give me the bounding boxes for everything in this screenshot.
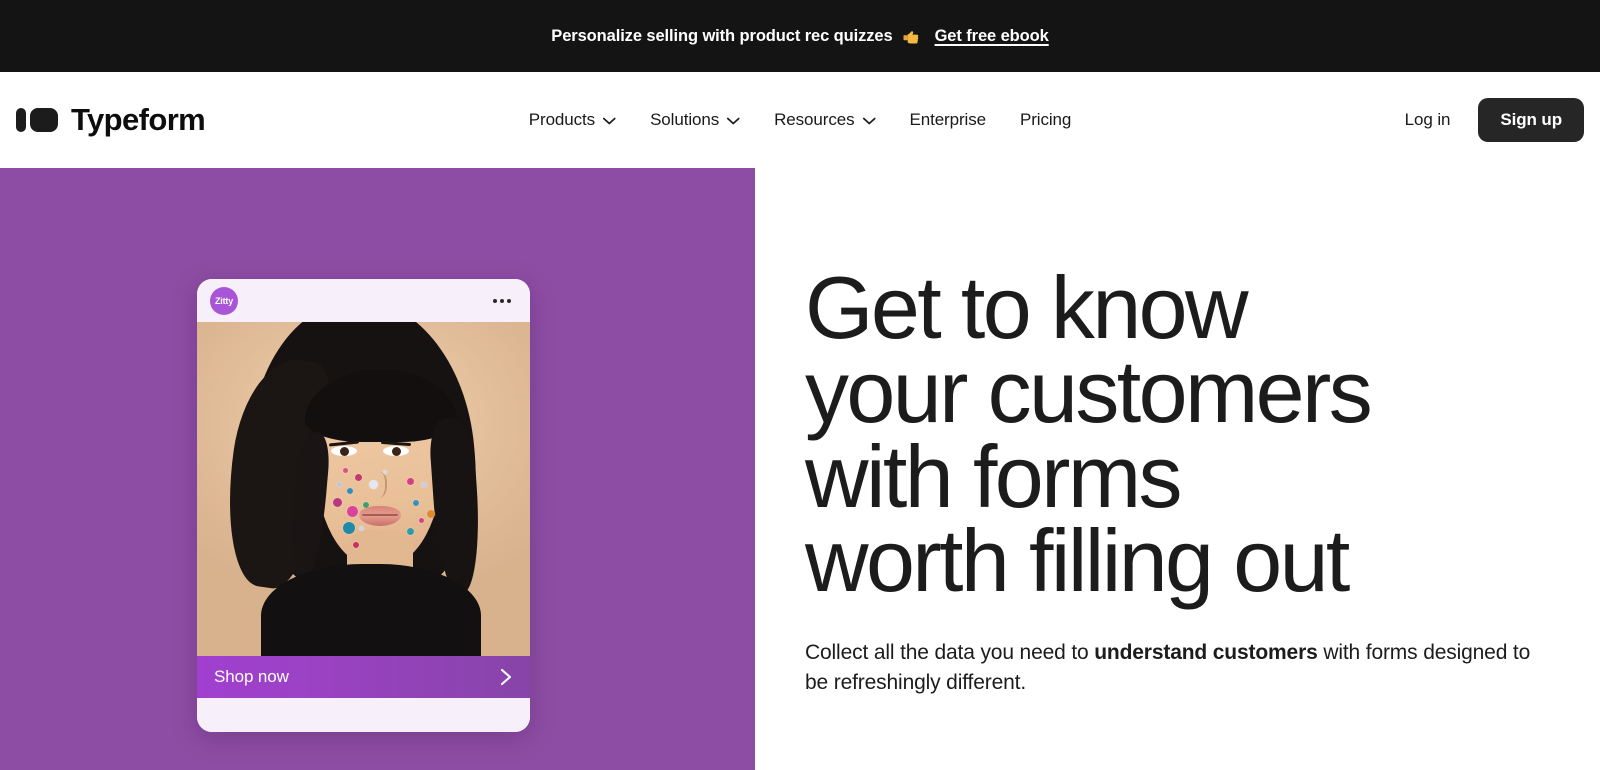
chevron-down-icon [603,117,616,125]
page-title: Get to know your customers with forms wo… [805,258,1600,611]
post-card-footer [197,698,530,732]
nav-item-enterprise[interactable]: Enterprise [909,110,986,130]
typeform-logo[interactable]: Typeform [16,102,206,138]
chevron-right-icon [500,668,512,686]
brand-name: Typeform [71,102,206,137]
shop-now-bar[interactable]: Shop now [197,656,530,698]
hero-section: Zitty Shop now Get to know your customer… [0,168,1600,770]
nav-label: Resources [774,110,855,129]
post-card-header: Zitty [197,279,530,322]
subhead-before: Collect all the data you need to [805,640,1095,664]
hero-visual-panel: Zitty Shop now [0,168,755,770]
headline-line-4: worth filling out [805,511,1350,611]
pointing-right-hand-icon [902,29,921,46]
promo-cta-link[interactable]: Get free ebook [935,27,1049,46]
subhead-bold: understand customers [1094,640,1318,664]
headline-line-2: your customers [805,342,1373,442]
hero-copy: Get to know your customers with forms wo… [755,168,1600,770]
login-link[interactable]: Log in [1405,110,1451,130]
avatar[interactable]: Zitty [210,286,238,315]
nav-item-products[interactable]: Products [529,110,616,130]
hero-subheading: Collect all the data you need to underst… [805,638,1535,698]
main-nav: Products Solutions Resources Enterprise … [529,110,1072,130]
headline-line-3: with forms [805,426,1183,526]
site-header: Typeform Products Solutions Resources En… [0,72,1600,168]
nav-label: Products [528,110,596,129]
nav-item-pricing[interactable]: Pricing [1020,110,1071,130]
nav-item-resources[interactable]: Resources [774,110,876,130]
chevron-down-icon [727,117,740,125]
post-card-photo [197,322,530,656]
product-post-card[interactable]: Zitty Shop now [197,279,530,732]
promo-banner: Personalize selling with product rec qui… [0,0,1600,72]
signup-button[interactable]: Sign up [1478,98,1584,142]
more-horizontal-icon[interactable] [493,298,511,303]
headline-line-1: Get to know [805,258,1249,357]
typeform-mark-icon [16,108,58,132]
promo-text: Personalize selling with product rec qui… [551,26,893,45]
nav-item-solutions[interactable]: Solutions [650,110,740,130]
shop-now-label: Shop now [214,667,289,686]
nav-label: Enterprise [909,110,986,129]
chevron-down-icon [862,117,876,125]
nav-label: Solutions [650,110,720,129]
auth-area: Log in Sign up [1405,98,1584,142]
nav-label: Pricing [1019,110,1072,129]
